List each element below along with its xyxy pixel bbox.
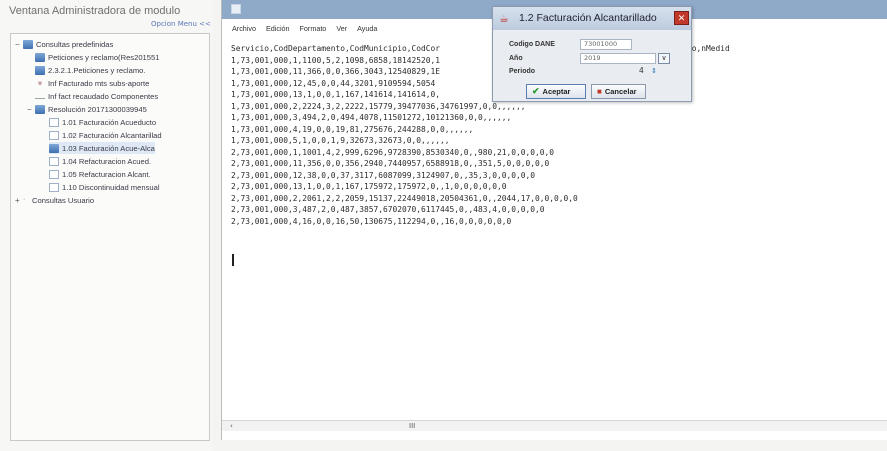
spinner-icon[interactable]: ⇕ [648, 65, 660, 77]
report-icon [35, 94, 45, 99]
tree-item-inf-recaudado[interactable]: Inf fact recaudado Componentes [35, 90, 158, 102]
text-line: 1,73,001,000,3,494,2,0,494,4078,11501272… [231, 113, 512, 122]
text-line: 1,73,001,000,5,1,0,0,1,9,32673,32673,0,0… [231, 136, 450, 145]
dialog-title: 1.2 Facturación Alcantarillado [519, 12, 657, 24]
tree-item-label: Consultas predefinidas [36, 39, 114, 49]
query-tree: − Consultas predefinidas Peticiones y re… [10, 33, 210, 441]
collapse-icon[interactable]: − [15, 40, 23, 49]
collapse-icon[interactable]: − [27, 105, 35, 114]
text-line: 2,73,001,000,13,1,0,0,1,167,175972,17597… [231, 182, 507, 191]
menu-formato[interactable]: Formato [300, 24, 327, 33]
year-label: Año [509, 55, 523, 62]
database-icon [35, 104, 45, 114]
heart-icon: ♥ [37, 78, 43, 88]
scroll-left-icon[interactable]: ‹ [230, 422, 233, 430]
tree-item-label: 1.04 Refacturacion Acued. [62, 156, 152, 166]
tree-item-discontinuidad[interactable]: 1.10 Discontinuidad mensual [49, 181, 160, 193]
text-line: 1,73,001,000,2,2224,3,2,2222,15779,39477… [231, 101, 526, 111]
dialog-title-bar[interactable]: ☕ 1.2 Facturación Alcantarillado ✕ [493, 7, 691, 30]
tree-item-label: 1.03 Facturación Acue-Alca [62, 143, 155, 153]
database-icon [49, 143, 59, 153]
expand-icon[interactable]: + [15, 196, 23, 205]
period-value[interactable]: 4 [639, 66, 644, 75]
tree-item-label: Inf fact recaudado Componentes [48, 91, 159, 101]
scroll-thumb[interactable]: III [409, 422, 415, 430]
tree-item-label: 1.02 Facturación Alcantarillad [62, 130, 162, 140]
cancel-label: Cancelar [604, 87, 637, 96]
tree-item-peticiones-res[interactable]: Peticiones y reclamo(Res201551 [35, 51, 159, 63]
year-select[interactable]: 2019 [580, 53, 656, 64]
menu-archivo[interactable]: Archivo [232, 24, 256, 33]
dane-code-label: Codigo DANE [509, 41, 555, 48]
text-line: 2,73,001,000,4,16,0,0,16,50,130675,11229… [231, 216, 512, 226]
dane-code-field[interactable]: 73001000 [580, 39, 632, 50]
menu-edicion[interactable]: Edición [266, 24, 290, 33]
module-admin-panel: Ventana Administradora de modulo Opcion … [0, 0, 212, 451]
tree-item-refacturacion-acued[interactable]: 1.04 Refacturacion Acued. [49, 155, 151, 167]
tree-item-label: Consultas Usuario [32, 195, 95, 205]
tree-item-label: 1.01 Facturación Acueducto [62, 117, 157, 127]
java-icon: ☕ [499, 12, 509, 25]
tree-item-user-queries[interactable]: + · Consultas Usuario [15, 194, 94, 206]
tree-item-label: Peticiones y reclamo(Res201551 [48, 52, 160, 62]
options-menu-link[interactable]: Opcion Menu << [151, 20, 211, 28]
horizontal-scrollbar[interactable]: ‹ III [222, 420, 887, 431]
tree-item-resolucion[interactable]: − Resolución 20171300039945 [27, 103, 147, 115]
text-line: 2,73,001,000,3,487,2,0,487,3857,6702070,… [231, 205, 545, 214]
tree-item-refacturacion-alcant[interactable]: 1.05 Refacturacion Alcant. [49, 168, 151, 180]
text-line: 2,73,001,000,12,38,0,0,37,3117,6087099,3… [231, 170, 536, 180]
notepad-icon [231, 4, 241, 14]
check-icon: ✔ [532, 86, 540, 96]
tree-item-label: 1.05 Refacturacion Alcant. [62, 169, 151, 179]
tree-item-label: 2.3.2.1.Peticiones y reclamo. [48, 65, 146, 75]
text-line: 2,73,001,000,1,1001,4,2,999,6296,9728390… [231, 147, 555, 157]
panel-title: Ventana Administradora de modulo [9, 5, 181, 17]
tree-item-label: 1.10 Discontinuidad mensual [62, 182, 160, 192]
tree-item-facturacion-acue-alca[interactable]: 1.03 Facturación Acue-Alca [49, 142, 155, 154]
close-icon[interactable]: ✕ [674, 11, 689, 25]
document-icon [49, 130, 59, 140]
chevron-down-icon[interactable]: ∨ [658, 53, 670, 64]
menu-ayuda[interactable]: Ayuda [357, 24, 377, 33]
tree-item-inf-facturado[interactable]: ♥ Inf Facturado mts subs-aporte [35, 77, 150, 89]
document-icon [49, 117, 59, 127]
accept-label: Aceptar [542, 87, 571, 96]
facturacion-dialog: ☕ 1.2 Facturación Alcantarillado ✕ Codig… [492, 6, 692, 102]
tree-item-facturacion-acueducto[interactable]: 1.01 Facturación Acueducto [49, 116, 156, 128]
text-line: 1,73,001,000,4,19,0,0,19,81,275676,24428… [231, 124, 474, 134]
document-icon [49, 182, 59, 192]
tree-item-label: Inf Facturado mts subs-aporte [48, 78, 150, 88]
text-caret [232, 254, 234, 266]
database-icon [23, 39, 33, 49]
tree-item-peticiones-2321[interactable]: 2.3.2.1.Peticiones y reclamo. [35, 64, 146, 76]
period-label: Periodo [509, 68, 536, 75]
tree-item-label: Resolución 20171300039945 [48, 104, 147, 114]
document-icon [49, 156, 59, 166]
database-icon [35, 65, 45, 75]
document-icon [49, 169, 59, 179]
cancel-button[interactable]: ■ Cancelar [591, 84, 646, 99]
tree-item-facturacion-alcantarillado[interactable]: 1.02 Facturación Alcantarillad [49, 129, 162, 141]
cancel-icon: ■ [597, 87, 602, 96]
tree-item-predefined-queries[interactable]: − Consultas predefinidas [15, 38, 113, 50]
text-line: 2,73,001,000,11,356,0,0,356,2940,7440957… [231, 159, 550, 168]
dot-icon: · [23, 195, 26, 203]
database-icon [35, 52, 45, 62]
text-line: 2,73,001,000,2,2061,2,2,2059,15137,22449… [231, 193, 578, 203]
accept-button[interactable]: ✔ Aceptar [526, 84, 586, 99]
menu-ver[interactable]: Ver [336, 24, 347, 33]
